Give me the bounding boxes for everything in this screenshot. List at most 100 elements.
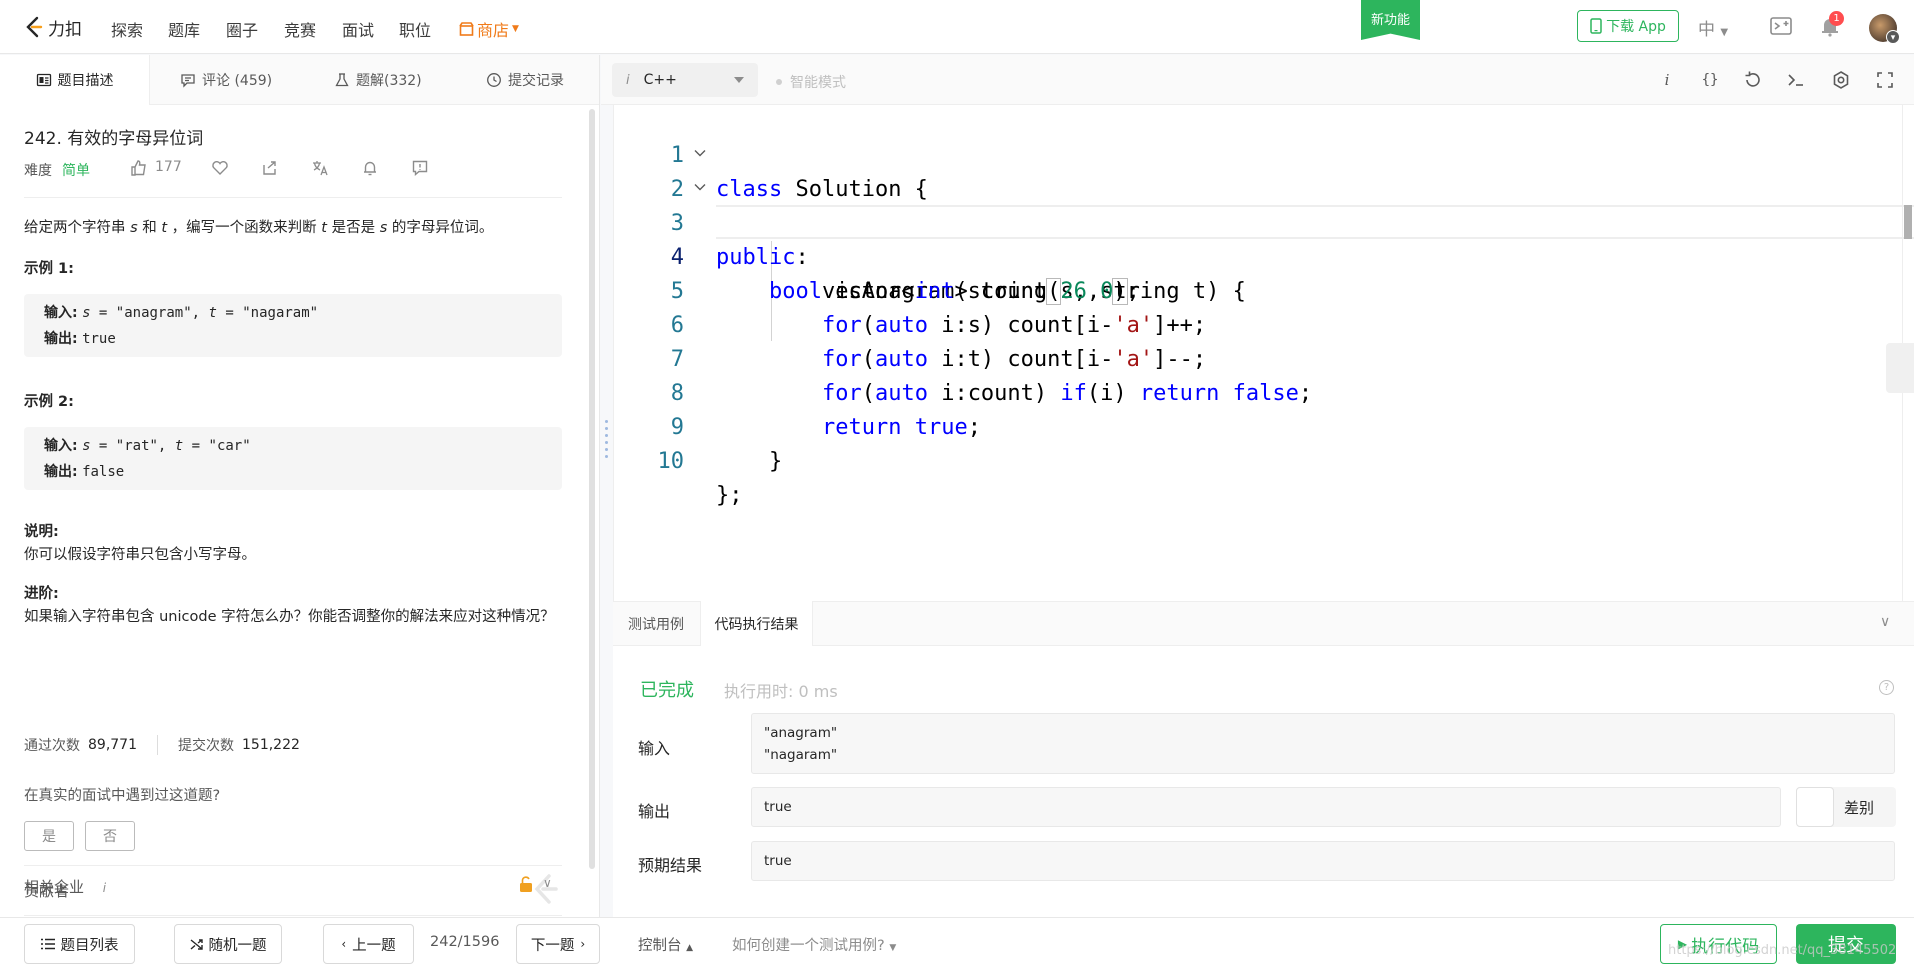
download-app-button[interactable]: 下载 App [1577,10,1679,42]
playground-icon[interactable] [1769,14,1793,38]
leetcode-logo[interactable]: 力扣 [24,14,82,40]
tab-testcase[interactable]: 测试用例 [613,601,699,646]
editor-scroll-thumb[interactable] [1904,205,1912,239]
new-feature-ribbon[interactable]: 新功能 [1361,0,1420,40]
console-toggle[interactable]: 控制台 ▲ [638,934,693,955]
input-label: 输入 [638,739,671,758]
problem-list-button[interactable]: 题目列表 [24,924,135,964]
settings-icon[interactable] [1830,69,1852,91]
value-text: = "anagram", [90,305,209,321]
brand-name: 力扣 [48,19,82,40]
shuffle-icon [190,938,203,950]
tab-run-result[interactable]: 代码执行结果 [700,601,813,646]
thumbs-up-icon[interactable] [130,159,148,177]
code-line: 6 for(auto i:t) count[i-'a']--; [614,275,1914,372]
translate-icon[interactable] [311,159,329,177]
value-text: = "car" [183,438,251,454]
tab-submissions[interactable]: 提交记录 [486,55,564,105]
problem-meta: 难度 简单 [24,160,90,180]
chevron-down-icon: ▼ [512,24,519,34]
fullscreen-icon[interactable] [1874,69,1896,91]
random-problem-button[interactable]: 随机一题 [174,924,282,964]
submissions-label: 提交次数 [178,738,234,754]
testcase-help-link[interactable]: 如何创建一个测试用例? ▼ [732,934,896,955]
format-code-icon[interactable]: {} [1699,69,1721,91]
collapse-chevron-icon[interactable]: ∨ [1880,614,1890,630]
value-text: = "rat", [90,438,175,454]
related-companies-label[interactable]: 相关企业 i [24,876,106,897]
note-text: 你可以假设字符串只包含小写字母。 [24,547,256,563]
related-companies-text: 相关企业 [24,878,85,896]
var-t: t [208,305,217,321]
code-line: 9 } [614,377,1914,474]
line-number: 10 [657,449,685,474]
input-line: "nagaram" [764,747,838,763]
language-switch[interactable]: 中 ▼ [1698,15,1728,40]
next-problem-button[interactable]: 下一题 › [516,924,600,964]
description-scrollbar[interactable] [589,109,595,869]
yes-button[interactable]: 是 [24,821,74,851]
info-icon[interactable]: i [1656,69,1678,91]
smart-mode-label: 智能模式 [790,75,846,91]
language-select-value: C++ [643,72,677,88]
reset-icon[interactable] [1742,69,1764,91]
status-dot [776,79,782,85]
like-count: 177 [155,159,182,175]
divider [157,735,158,755]
note-title: 说明: [24,524,59,540]
divider [24,865,562,866]
input-value-box: "anagram" "nagaram" [751,713,1895,774]
problem-title: 242. 有效的字母异位词 [24,129,204,149]
output-label: 输出: [44,464,78,480]
list-icon [40,938,55,950]
clock-icon [487,73,501,87]
desc-text: 的字母异位词。 [387,220,494,236]
nav-store[interactable]: 商店 ▼ [459,17,519,41]
code-line: 7 for(auto i:count) if(i) return false; [614,309,1914,406]
nav-problemset[interactable]: 题库 [168,17,200,41]
handle-dot [605,441,608,444]
side-panel-tab[interactable] [1886,343,1914,393]
code-text: } [716,449,783,474]
desc-var: s [130,220,138,236]
handle-dot [605,434,608,437]
diff-switch[interactable] [1796,787,1834,827]
store-icon [459,22,474,36]
tab-description[interactable]: 题目描述 [0,55,150,105]
chevron-down-icon[interactable]: ∨ [543,876,552,890]
problem-list-label: 题目列表 [60,937,119,954]
divider [24,915,562,916]
nav-contest[interactable]: 竞赛 [284,17,316,41]
nav-jobs[interactable]: 职位 [399,17,431,41]
problem-pagination: 242/1596 [430,934,500,950]
diff-label: 差别 [1844,798,1875,817]
language-select[interactable]: i C++ [612,63,758,97]
handle-dot [605,448,608,451]
comment-icon [181,74,195,88]
accepted-value: 89,771 [88,737,137,753]
nav-explore[interactable]: 探索 [111,17,143,41]
smart-mode-toggle[interactable]: 智能模式 [776,72,846,92]
prev-problem-button[interactable]: ‹ 上一题 [323,924,414,964]
tab-comments[interactable]: 评论 (459) [180,55,272,105]
bell-icon[interactable] [361,159,379,177]
desc-text: 是否是 [326,220,380,236]
panel-resize-handle[interactable] [605,420,609,476]
nav-interview[interactable]: 面试 [342,17,374,41]
var-s: s [82,438,91,454]
nav-store-label: 商店 [477,21,510,40]
code-editor[interactable]: 1 class Solution { 2 public: 3 bool isAn… [613,105,1914,601]
help-icon[interactable]: ? [1879,680,1894,695]
fold-chevron-icon[interactable] [694,181,706,193]
tab-solutions[interactable]: 题解(332) [334,55,422,105]
fold-chevron-icon[interactable] [694,147,706,159]
heart-icon[interactable] [211,159,229,177]
diff-toggle[interactable]: 差别 [1796,787,1896,827]
no-button[interactable]: 否 [85,821,135,851]
example-1-title: 示例 1: [24,261,74,277]
var-t: t [174,438,184,454]
nav-circle[interactable]: 圈子 [226,17,258,41]
terminal-icon[interactable] [1785,69,1807,91]
share-icon[interactable] [261,159,279,177]
feedback-icon[interactable] [411,159,429,177]
